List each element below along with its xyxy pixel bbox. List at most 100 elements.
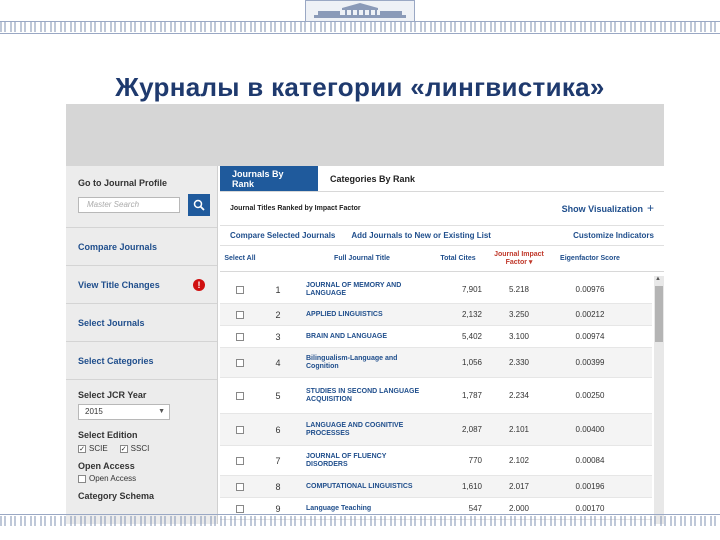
divider-top-2 — [0, 33, 720, 34]
journal-title-link[interactable]: Bilingualism-Language and Cognition — [296, 355, 428, 371]
row-checkbox[interactable] — [236, 456, 244, 465]
rank-cell: 4 — [275, 357, 281, 368]
tab-categories-by-rank[interactable]: Categories By Rank — [318, 166, 427, 191]
divider-top-1 — [0, 21, 720, 22]
search-button[interactable] — [188, 193, 210, 216]
rank-cell: 9 — [275, 503, 281, 514]
row-checkbox[interactable] — [236, 425, 244, 434]
table-row: 8 COMPUTATIONAL LINGUISTICS 1,610 2.017 … — [220, 476, 652, 498]
edition-scie-label: SCIE — [89, 444, 108, 453]
row-checkbox[interactable] — [236, 482, 244, 491]
tab-journals-by-rank[interactable]: Journals By Rank — [220, 166, 318, 191]
journal-title-link[interactable]: COMPUTATIONAL LINGUISTICS — [296, 483, 428, 491]
table-row: 5 STUDIES IN SECOND LANGUAGE ACQUISITION… — [220, 378, 652, 414]
scroll-thumb[interactable] — [655, 286, 663, 342]
rank-cell: 3 — [275, 331, 281, 342]
category-schema-heading: Category Schema — [78, 491, 155, 501]
select-journals-link[interactable]: Select Journals — [66, 304, 217, 342]
total-cites-cell: 770 — [468, 456, 482, 465]
eigenfactor-cell: 0.00196 — [575, 482, 605, 491]
select-all-header[interactable]: Select All — [220, 255, 260, 263]
slide-title: Журналы в категории «лингвистика» — [115, 72, 605, 102]
rank-cell: 2 — [275, 309, 281, 320]
journal-title-link[interactable]: JOURNAL OF FLUENCY DISORDERS — [296, 453, 428, 469]
row-checkbox[interactable] — [236, 310, 244, 319]
edition-ssci-checkbox[interactable]: ✓ — [119, 444, 128, 453]
total-cites-cell: 2,087 — [461, 425, 482, 434]
master-search-input[interactable]: Master Search — [78, 196, 180, 213]
row-checkbox[interactable] — [236, 332, 244, 341]
rank-cell: 7 — [275, 455, 281, 466]
eigenfactor-cell: 0.00170 — [575, 504, 605, 513]
view-title-changes-link[interactable]: View Title Changes ! — [66, 266, 217, 304]
impact-factor-label: Journal Impact Factor — [494, 250, 544, 266]
eigenfactor-cell: 0.00976 — [575, 285, 605, 294]
eigenfactor-cell: 0.00974 — [575, 332, 605, 341]
edition-heading: Select Edition — [78, 430, 138, 440]
impact-factor-cell: 2.234 — [508, 391, 530, 400]
impact-factor-header[interactable]: Journal Impact Factor ▾ — [488, 251, 550, 267]
ranking-toolbar: Journal Titles Ranked by Impact Factor S… — [220, 192, 664, 226]
row-checkbox[interactable] — [236, 285, 244, 294]
ranking-caption: Journal Titles Ranked by Impact Factor — [230, 205, 361, 212]
eigenfactor-cell: 0.00212 — [575, 310, 605, 319]
jcr-content: Go to Journal Profile Master Search Comp… — [66, 166, 664, 524]
table-scrollbar[interactable]: ▲ — [654, 276, 664, 524]
customize-indicators-link[interactable]: Customize Indicators — [573, 231, 654, 240]
building-logo-icon — [305, 0, 415, 22]
open-access-heading: Open Access — [78, 461, 135, 471]
journal-title-link[interactable]: STUDIES IN SECOND LANGUAGE ACQUISITION — [296, 388, 428, 404]
impact-factor-cell: 3.250 — [508, 310, 530, 319]
journal-title-link[interactable]: Language Teaching — [296, 505, 428, 513]
greek-key-border-top — [0, 22, 720, 32]
eigenfactor-header[interactable]: Eigenfactor Score — [550, 255, 630, 263]
total-cites-cell: 7,901 — [461, 285, 482, 294]
table-row: 4 Bilingualism-Language and Cognition 1,… — [220, 348, 652, 378]
select-categories-label: Select Categories — [78, 355, 154, 366]
table-row: 1 JOURNAL OF MEMORY AND LANGUAGE 7,901 5… — [220, 276, 652, 304]
eigenfactor-cell: 0.00400 — [575, 425, 605, 434]
total-cites-cell: 1,610 — [461, 482, 482, 491]
row-checkbox[interactable] — [236, 504, 244, 513]
journal-title-link[interactable]: APPLIED LINGUISTICS — [296, 311, 428, 319]
journal-title-header[interactable]: Full Journal Title — [296, 255, 428, 263]
compare-journals-link[interactable]: Compare Journals — [66, 228, 217, 266]
actions-toolbar: Compare Selected Journals Add Journals t… — [220, 226, 664, 246]
rank-cell: 5 — [275, 390, 281, 401]
chevron-down-icon: ▼ — [158, 408, 165, 415]
search-icon — [193, 199, 205, 211]
edition-scie-checkbox[interactable]: ✓ — [78, 444, 86, 453]
select-categories-link[interactable]: Select Categories — [66, 342, 217, 380]
plus-icon[interactable]: + — [647, 202, 654, 214]
select-journals-label: Select Journals — [78, 317, 145, 328]
row-checkbox[interactable] — [236, 391, 244, 400]
compare-selected-link[interactable]: Compare Selected Journals — [230, 231, 335, 240]
total-cites-header[interactable]: Total Cites — [428, 255, 488, 263]
table-row: 3 BRAIN AND LANGUAGE 5,402 3.100 0.00974 — [220, 326, 652, 348]
rank-cell: 8 — [275, 481, 281, 492]
impact-factor-cell: 2.017 — [508, 482, 530, 491]
total-cites-cell: 1,787 — [461, 391, 482, 400]
jcr-screenshot: Go to Journal Profile Master Search Comp… — [66, 104, 664, 524]
search-row: Master Search — [78, 193, 210, 216]
add-journals-link[interactable]: Add Journals to New or Existing List — [351, 231, 491, 240]
left-panel: Go to Journal Profile Master Search Comp… — [66, 166, 218, 524]
journal-title-link[interactable]: JOURNAL OF MEMORY AND LANGUAGE — [296, 282, 428, 298]
jcr-year-value: 2015 — [85, 407, 103, 416]
view-title-changes-label: View Title Changes — [78, 279, 160, 290]
eigenfactor-cell: 0.00399 — [575, 358, 605, 367]
table-row: 6 LANGUAGE AND COGNITIVE PROCESSES 2,087… — [220, 414, 652, 446]
row-checkbox[interactable] — [236, 358, 244, 367]
show-visualization-link[interactable]: Show Visualization — [562, 204, 643, 214]
scroll-up-icon[interactable]: ▲ — [655, 276, 661, 282]
jcr-year-select[interactable]: 2015 ▼ — [78, 404, 170, 420]
results-panel: Journals By Rank Categories By Rank Jour… — [220, 166, 664, 524]
filters-section: Select JCR Year 2015 ▼ Select Edition ✓ … — [66, 380, 217, 501]
open-access-checkbox[interactable] — [78, 474, 86, 483]
journal-title-link[interactable]: LANGUAGE AND COGNITIVE PROCESSES — [296, 422, 428, 438]
impact-factor-cell: 2.102 — [508, 456, 530, 465]
impact-factor-cell: 3.100 — [508, 332, 530, 341]
rank-cell: 6 — [275, 424, 281, 435]
journal-title-link[interactable]: BRAIN AND LANGUAGE — [296, 333, 428, 341]
total-cites-cell: 547 — [468, 504, 482, 513]
